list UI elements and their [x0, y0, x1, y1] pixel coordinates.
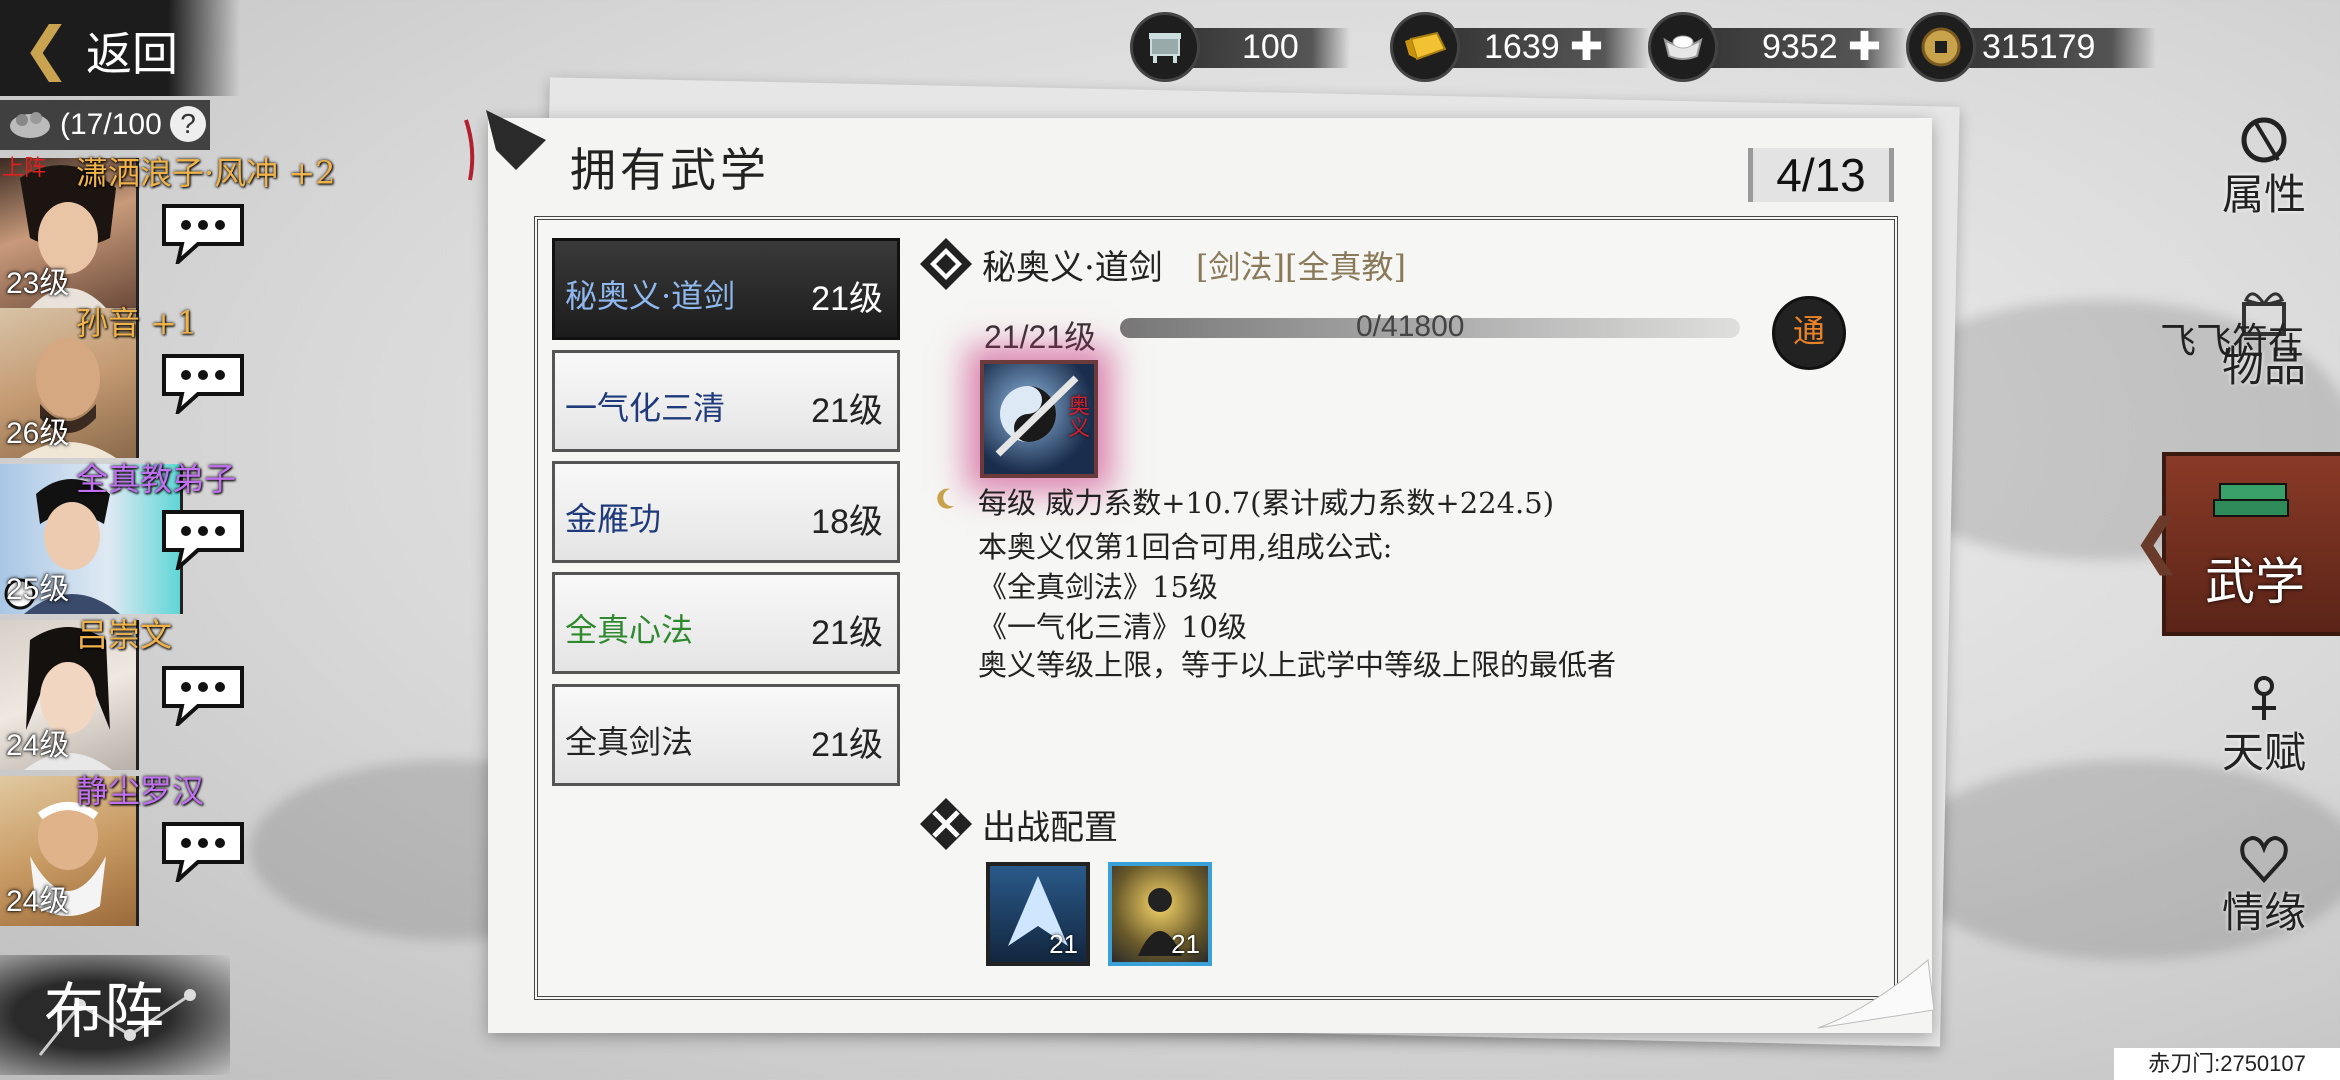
skill-level: 21级	[811, 392, 883, 430]
skill-desc-line: 《一气化三清》10级	[978, 610, 1247, 644]
skill-level: 21级	[811, 280, 883, 318]
skill-name: 一气化三清	[565, 389, 726, 427]
currency-value: 315179	[1982, 27, 2096, 66]
book-stack-icon	[2213, 483, 2289, 517]
party-icon	[10, 112, 50, 138]
chat-bubble-icon[interactable]	[158, 506, 248, 570]
hero-name: 吕崇文	[76, 616, 173, 654]
back-label: 返回	[86, 27, 178, 81]
currency-copper: 315179	[1906, 12, 2156, 82]
back-button[interactable]: ❮ 返回	[0, 0, 240, 96]
skill-level-progress: 21/21级	[984, 319, 1097, 355]
onstage-tag: 上阵	[2, 156, 47, 181]
skill-tags: [剑法][全真教]	[1196, 248, 1406, 286]
hero-card[interactable]: 静尘罗汉 24级	[0, 772, 250, 926]
page-curl-icon	[1817, 959, 1935, 1029]
tab-talent[interactable]: 天赋	[2188, 648, 2340, 798]
skill-icon-label: 奥义	[1064, 394, 1089, 438]
xp-text: 0/41800	[1356, 310, 1465, 343]
chevron-left-icon: ❮	[22, 14, 71, 82]
formation-label: 布阵	[44, 977, 164, 1047]
tab-label: 天赋	[2221, 728, 2306, 777]
chat-bubble-icon[interactable]	[158, 662, 248, 726]
currency-silver[interactable]: 9352 ✚	[1648, 12, 1908, 82]
loadout-slot[interactable]: 21	[986, 862, 1090, 966]
hero-level: 26级	[6, 417, 70, 450]
loadout-slot[interactable]: 21	[1108, 862, 1212, 966]
skill-name: 全真心法	[565, 611, 694, 649]
hero-level: 25级	[6, 573, 70, 606]
chat-bubble-icon[interactable]	[158, 818, 248, 882]
chat-bubble-icon[interactable]	[158, 350, 248, 414]
skill-item[interactable]: 全真剑法 21级	[552, 684, 900, 786]
heart-knot-icon	[2240, 835, 2288, 883]
skill-level: 18级	[811, 503, 883, 541]
skill-desc-line: 奥义等级上限，等于以上武学中等级上限的最低者	[978, 648, 1617, 682]
formation-button[interactable]: 布阵	[0, 935, 240, 1080]
hero-level: 23级	[6, 267, 70, 300]
skill-item[interactable]: 金雁功 18级	[552, 461, 900, 563]
crossed-swords-icon	[920, 798, 972, 850]
attributes-icon	[2241, 117, 2287, 163]
silver-ingot-icon	[1648, 12, 1718, 82]
server-id: 赤刀门:2750107	[2114, 1048, 2340, 1080]
mastery-badge[interactable]: 通	[1772, 296, 1846, 370]
loadout-level: 21	[1171, 929, 1200, 959]
skill-level: 21级	[811, 726, 883, 764]
hero-level: 24级	[6, 885, 70, 918]
currency-gold[interactable]: 1639 ✚	[1390, 12, 1650, 82]
add-silver-button[interactable]: ✚	[1848, 24, 1882, 70]
page-counter: 4/13	[1748, 148, 1894, 202]
chevron-left-icon: ❮	[2132, 506, 2183, 576]
add-gold-button[interactable]: ✚	[1570, 24, 1604, 70]
currency-value: 100	[1242, 27, 1299, 66]
skill-item[interactable]: 秘奥义·道剑 21级	[552, 238, 900, 340]
skill-desc-line: 《全真剑法》15级	[978, 570, 1218, 604]
hero-name: 全真教弟子	[76, 460, 237, 498]
diamond-emblem-icon	[920, 238, 972, 290]
skill-desc-line: 每级 威力系数+10.7(累计威力系数+224.5)	[978, 486, 1555, 520]
skill-level: 21级	[811, 614, 883, 652]
currency-value: 9352	[1762, 27, 1838, 66]
tab-label: 情缘	[2221, 888, 2306, 937]
help-button[interactable]: ?	[170, 106, 206, 142]
tab-label: 属性	[2221, 170, 2306, 219]
hero-name: 静尘罗汉	[76, 772, 205, 810]
loadout-title: 出战配置	[982, 808, 1118, 848]
tab-attributes[interactable]: 属性	[2188, 90, 2340, 240]
scrolling-notice: 飞飞符在	[2160, 321, 2305, 362]
hero-card[interactable]: 上阵 潇洒浪子·风冲 +2 23级	[0, 154, 336, 308]
hero-level: 24级	[6, 729, 70, 762]
skill-name: 金雁功	[565, 500, 662, 538]
roster-count: (17/100 ?	[0, 100, 210, 150]
moon-bullet-icon	[937, 488, 954, 509]
brush-ornament-icon	[464, 110, 546, 181]
tab-label: 武学	[2205, 553, 2305, 611]
hero-card[interactable]: 全真教弟子 25级	[0, 460, 250, 614]
hero-name: 潇洒浪子·风冲 +2	[76, 154, 336, 192]
skill-item[interactable]: 一气化三清 21级	[552, 350, 900, 452]
skill-item[interactable]: 全真心法 21级	[552, 572, 900, 674]
loadout-level: 21	[1049, 929, 1078, 959]
talent-icon	[2252, 676, 2276, 720]
tab-relationship[interactable]: 情缘	[2188, 808, 2340, 958]
sword-skill-icon[interactable]: 奥义	[980, 360, 1098, 478]
panel-title: 拥有武学	[570, 143, 770, 197]
currency-ding: 100	[1130, 12, 1350, 82]
gold-bar-icon	[1390, 12, 1460, 82]
skill-name: 全真剑法	[565, 723, 694, 761]
tab-martial-arts[interactable]: ❮ 武学	[2132, 452, 2340, 636]
chat-bubble-icon[interactable]	[158, 200, 248, 264]
copper-coin-icon	[1906, 12, 1976, 82]
skill-name: 秘奥义·道剑	[565, 277, 736, 315]
hero-card[interactable]: 孙音 +1 26级	[0, 304, 250, 458]
roster-count-label: (17/100	[60, 108, 162, 141]
skill-detail-title: 秘奥义·道剑	[982, 248, 1163, 288]
hero-name: 孙音 +1	[76, 304, 198, 342]
currency-value: 1639	[1484, 27, 1560, 66]
skill-desc-line: 本奥义仅第1回合可用,组成公式:	[978, 530, 1393, 564]
hero-card[interactable]: 吕崇文 24级	[0, 616, 250, 770]
ding-vessel-icon	[1130, 12, 1200, 82]
